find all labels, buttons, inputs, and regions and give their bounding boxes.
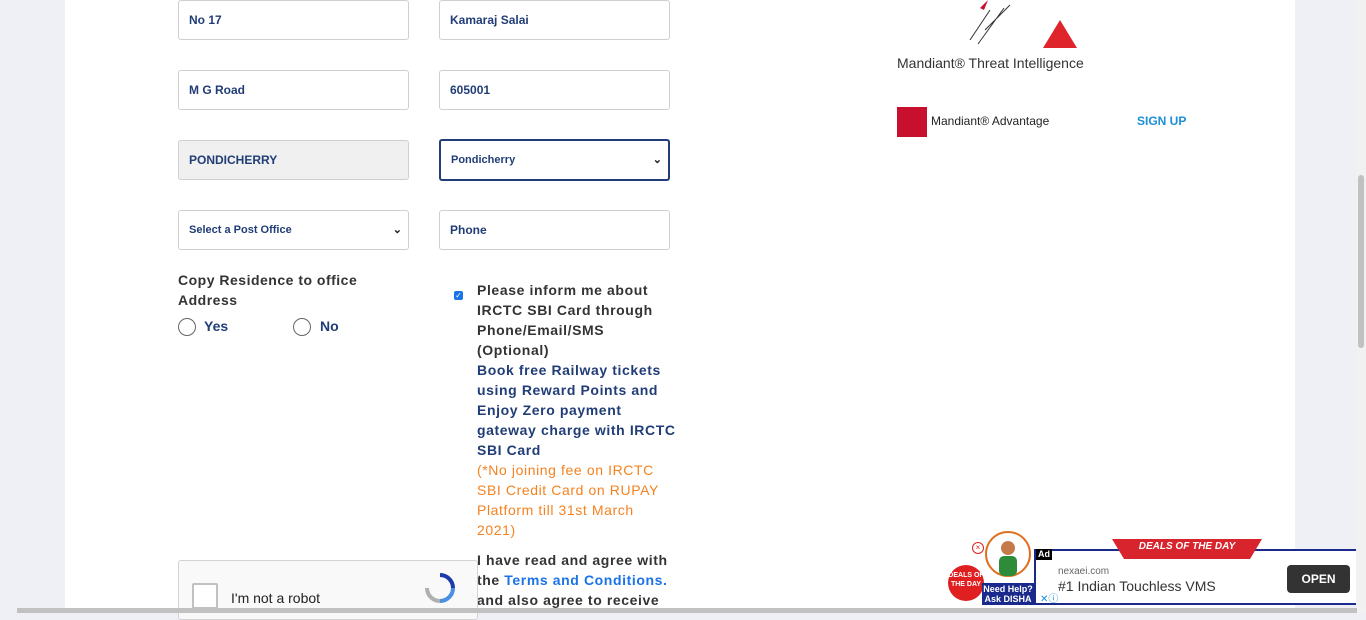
ad-domain: nexaei.com (1058, 566, 1110, 577)
city-input: PONDICHERRY (178, 140, 409, 180)
address-line1-input[interactable]: No 17 (178, 0, 409, 40)
state-select-value: Pondicherry (451, 154, 516, 166)
mandiant-brand: Mandiant® Advantage (931, 114, 1050, 128)
copy-yes-radio[interactable] (178, 318, 196, 336)
copy-no-radio[interactable] (293, 318, 311, 336)
terms-link[interactable]: Terms and Conditions. (504, 572, 667, 588)
inform-text: Please inform me about IRCTC SBI Card th… (477, 282, 653, 358)
scrollbar-thumb[interactable] (1358, 175, 1364, 348)
vertical-scrollbar[interactable] (1356, 0, 1366, 613)
agree-text: I have read and agree with the Terms and… (477, 550, 677, 610)
mandiant-logo (897, 107, 927, 137)
post-office-select-value: Select a Post Office (189, 224, 292, 236)
disha-help-label[interactable]: Need Help? Ask DISHA (982, 583, 1034, 605)
book-free-text: Book free Railway tickets using Reward P… (477, 362, 676, 458)
horizontal-scrollbar[interactable] (17, 608, 1357, 613)
threat-illustration (969, 0, 1077, 48)
chevron-down-icon: ⌄ (652, 154, 662, 166)
phone-input[interactable]: Phone (439, 210, 670, 250)
sidebar-title: Mandiant® Threat Intelligence (897, 55, 1084, 71)
inform-checkbox[interactable]: ✓ (454, 291, 463, 300)
signup-link[interactable]: SIGN UP (1137, 114, 1186, 128)
copy-yes-label: Yes (204, 318, 229, 334)
ad-open-button[interactable]: OPEN (1287, 565, 1350, 593)
no-fee-text: (*No joining fee on IRCTC SBI Credit Car… (477, 462, 659, 538)
recaptcha-checkbox[interactable] (192, 583, 218, 609)
copy-residence-label: Copy Residence to office Address (178, 272, 358, 308)
address-line3-input[interactable]: M G Road (178, 70, 409, 110)
pincode-input[interactable]: 605001 (439, 70, 670, 110)
post-office-select[interactable]: Select a Post Office ⌄ (178, 210, 409, 250)
deals-badge[interactable]: DEALS OF THE DAY (948, 565, 984, 601)
copy-no-label: No (320, 318, 339, 334)
adchoices-icon[interactable]: ✕ⓘ (1040, 590, 1058, 605)
state-select[interactable]: Pondicherry ⌄ (439, 139, 670, 181)
deals-banner: DEALS OF THE DAY (1112, 539, 1262, 559)
recaptcha-label: I'm not a robot (231, 590, 321, 606)
sidebar-panel (890, 0, 1187, 490)
recaptcha-icon (425, 573, 455, 603)
agree-suffix: and also agree to receive (477, 592, 660, 608)
ad-headline[interactable]: #1 Indian Touchless VMS (1058, 578, 1216, 594)
address-line2-input[interactable]: Kamaraj Salai (439, 0, 670, 40)
chevron-down-icon: ⌄ (392, 224, 402, 236)
ad-tag: Ad (1036, 549, 1052, 560)
